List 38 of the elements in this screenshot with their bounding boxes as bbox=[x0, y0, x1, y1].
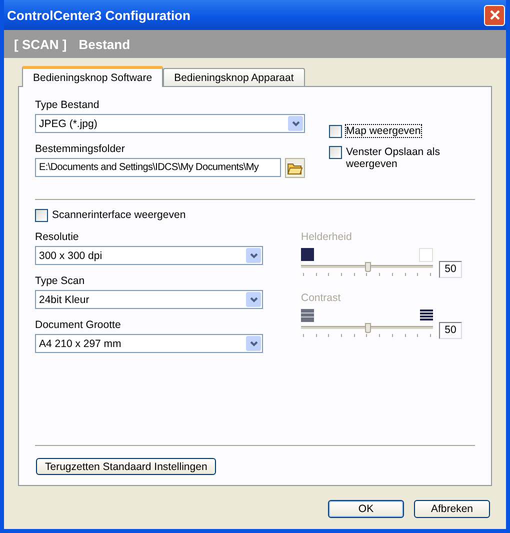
field-label: Resolutie bbox=[35, 231, 80, 243]
close-button[interactable] bbox=[484, 4, 505, 26]
folder-path-field[interactable]: E:\Documents and Settings\IDCS\My Documents\My bbox=[35, 158, 281, 177]
checkbox-label: Scannerinterface weergeven bbox=[52, 209, 186, 221]
folder-icon bbox=[287, 162, 303, 174]
dropdown[interactable]: A4 210 x 297 mm bbox=[35, 334, 263, 353]
file-type-dropdown[interactable]: JPEG (*.jpg) bbox=[35, 114, 305, 133]
checkbox-label: Map weergeven bbox=[346, 125, 421, 137]
checkbox[interactable] bbox=[35, 209, 48, 222]
window-title: ControlCenter3 Configuration bbox=[7, 8, 190, 22]
field-label: Document Grootte bbox=[35, 319, 122, 331]
value-box: 50 bbox=[439, 322, 462, 339]
value-box: 50 bbox=[439, 261, 462, 278]
slider[interactable] bbox=[301, 323, 433, 339]
dialog-button[interactable]: Afbreken bbox=[414, 500, 490, 518]
checkbox[interactable] bbox=[329, 125, 342, 138]
checkbox-label: Venster Opslaan als weergeven bbox=[346, 146, 441, 170]
browse-button[interactable] bbox=[285, 158, 305, 178]
dropdown[interactable]: 24bit Kleur bbox=[35, 290, 263, 309]
dialog-button[interactable]: OK bbox=[328, 500, 404, 518]
field-label: Type Scan bbox=[35, 275, 86, 287]
tab[interactable]: Bedieningsknop Apparaat bbox=[163, 68, 305, 86]
close-icon bbox=[488, 9, 500, 21]
field-label: Bestemmingsfolder bbox=[35, 143, 126, 155]
tab[interactable]: Bedieningsknop Software bbox=[22, 66, 164, 87]
field-label: Type Bestand bbox=[35, 99, 100, 111]
light-square-icon bbox=[419, 248, 433, 262]
section-name: Bestand bbox=[78, 36, 130, 52]
section-label: [ SCAN ] bbox=[14, 36, 67, 52]
slider[interactable] bbox=[301, 262, 433, 278]
reset-defaults-button[interactable]: Terugzetten Standaard Instellingen bbox=[36, 458, 216, 475]
high-contrast-icon bbox=[420, 309, 433, 322]
checkbox[interactable] bbox=[329, 146, 342, 159]
slider-label: Contrast bbox=[301, 292, 342, 304]
low-contrast-icon bbox=[301, 309, 314, 322]
dropdown[interactable]: 300 x 300 dpi bbox=[35, 246, 263, 265]
dark-square-icon bbox=[301, 248, 314, 261]
slider-label: Helderheid bbox=[301, 231, 353, 243]
